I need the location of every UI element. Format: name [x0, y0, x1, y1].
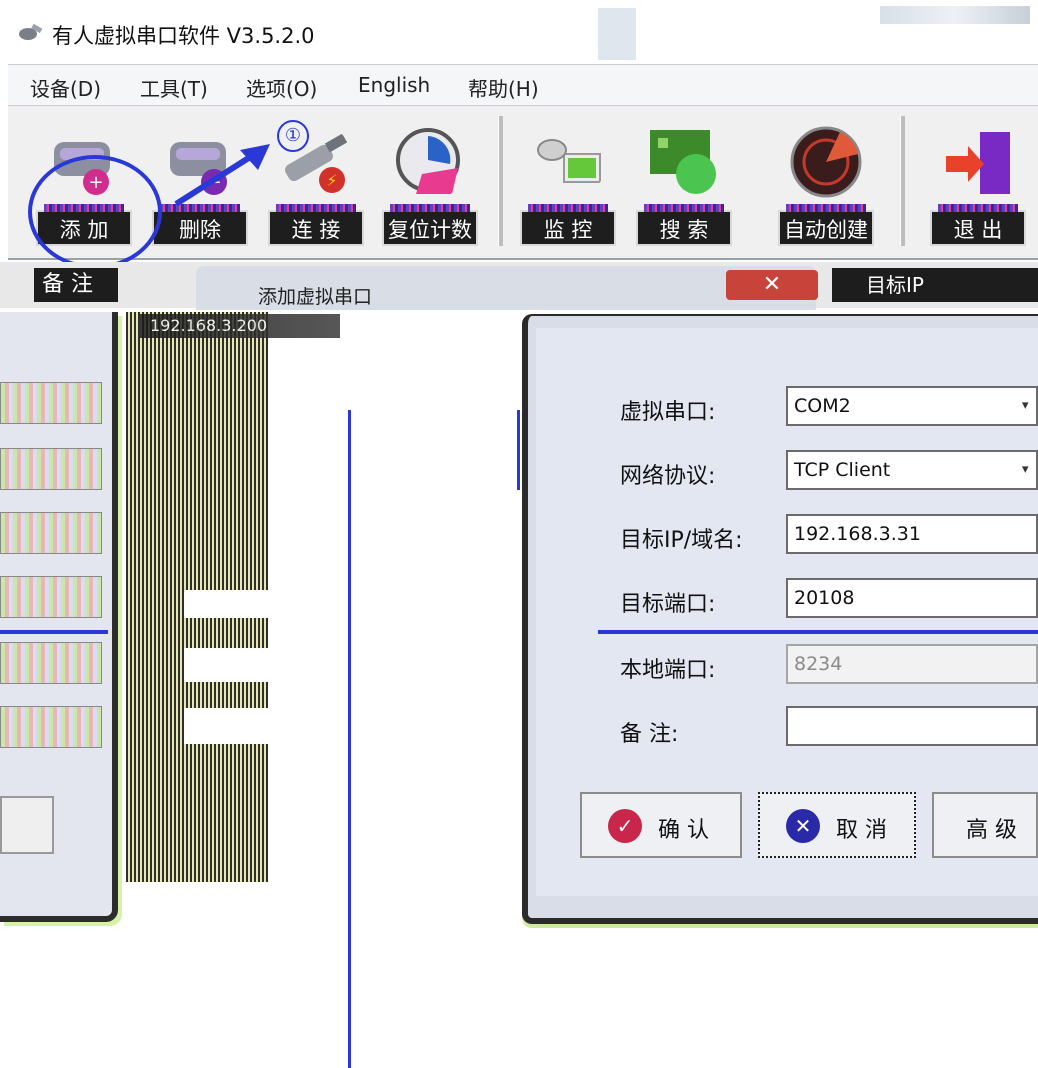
hidden-dialog-title: 添加虚拟串口: [258, 286, 373, 308]
divider: [348, 410, 351, 1068]
menu-tools[interactable]: 工具(T): [140, 73, 208, 102]
reset-counter-clock-icon: [396, 128, 460, 194]
annotation-underline: [0, 630, 108, 634]
background-field: [0, 642, 102, 684]
column-remark[interactable]: 备 注: [34, 268, 118, 302]
auto-create-button[interactable]: 自动创建: [778, 116, 874, 254]
radar-icon: [790, 126, 862, 198]
background-dialog-button[interactable]: [0, 796, 54, 854]
toolbar: + 添 加 − 删除 ⚡ 连 接 复位计数 监 控: [8, 106, 1038, 260]
divider: [517, 410, 520, 490]
menu-help[interactable]: 帮助(H): [468, 73, 539, 102]
remark-label: 备 注:: [620, 722, 679, 747]
protocol-value: TCP Client: [794, 459, 891, 481]
confirm-button[interactable]: ✓ 确 认: [580, 792, 742, 858]
monitor-button-label: 监 控: [520, 204, 616, 246]
monitor-satellite-icon: [537, 139, 601, 183]
exit-button-label: 退 出: [930, 204, 1026, 246]
virtual-port-select[interactable]: COM2 ▾: [786, 386, 1038, 426]
column-target-ip[interactable]: 目标IP: [832, 268, 1038, 302]
toolbar-separator: [498, 116, 503, 246]
menu-device[interactable]: 设备(D): [30, 73, 101, 102]
list-gap: [184, 590, 268, 618]
check-icon: ✓: [608, 809, 642, 843]
search-button[interactable]: 搜 索: [636, 116, 732, 254]
local-port-label: 本地端口:: [620, 658, 716, 683]
target-port-input[interactable]: 20108: [786, 578, 1038, 618]
auto-create-button-label: 自动创建: [778, 204, 874, 246]
protocol-label: 网络协议:: [620, 464, 716, 489]
menu-bar: 设备(D) 工具(T) 选项(O) English 帮助(H): [8, 64, 1038, 106]
virtual-port-value: COM2: [794, 395, 851, 417]
search-network-icon: [650, 130, 716, 194]
device-ip: 192.168.3.200: [140, 314, 340, 338]
app-title: 有人虚拟串口软件 V3.5.2.0: [52, 24, 315, 48]
monitor-button[interactable]: 监 控: [520, 116, 616, 254]
app-satellite-icon: [19, 23, 43, 40]
delete-button-label: 删除: [152, 204, 248, 246]
background-field: [0, 706, 102, 748]
background-field: [0, 448, 102, 490]
menu-options[interactable]: 选项(O): [246, 73, 317, 102]
connect-button-label: 连 接: [268, 204, 364, 246]
title-bar-controls[interactable]: [880, 6, 1030, 24]
advanced-button-label: 高 级: [966, 818, 1017, 843]
close-icon[interactable]: ✕: [726, 270, 818, 300]
protocol-select[interactable]: TCP Client ▾: [786, 450, 1038, 490]
advanced-button[interactable]: 高 级: [932, 792, 1038, 858]
chevron-down-icon[interactable]: ▾: [1022, 462, 1034, 478]
exit-door-icon: [946, 132, 1010, 194]
list-gap: [184, 648, 268, 682]
target-ip-label: 目标IP/域名:: [620, 528, 743, 553]
remark-input[interactable]: [786, 706, 1038, 746]
reset-counter-button-label: 复位计数: [382, 204, 478, 246]
svg-text:⚡: ⚡: [326, 171, 337, 190]
title-bar-artifact: [598, 8, 636, 60]
local-port-input: 8234: [786, 644, 1038, 684]
target-ip-input[interactable]: 192.168.3.31: [786, 514, 1038, 554]
background-field: [0, 576, 102, 618]
menu-english[interactable]: English: [358, 73, 430, 97]
annotation-circle: [28, 155, 162, 269]
annotation-underline: [598, 630, 1038, 634]
cancel-button[interactable]: ✕ 取 消: [758, 792, 916, 858]
close-circle-icon: ✕: [786, 809, 820, 843]
search-button-label: 搜 索: [636, 204, 732, 246]
exit-button[interactable]: 退 出: [930, 116, 1026, 254]
annotation-step-1: ①: [277, 120, 309, 152]
annotation-arrow-icon: [174, 144, 270, 207]
virtual-port-label: 虚拟串口:: [620, 400, 716, 425]
chevron-down-icon[interactable]: ▾: [1022, 398, 1034, 414]
cancel-button-label: 取 消: [836, 818, 887, 843]
confirm-button-label: 确 认: [658, 818, 709, 843]
background-field: [0, 512, 102, 554]
reset-counter-button[interactable]: 复位计数: [382, 116, 478, 254]
toolbar-separator: [900, 116, 905, 246]
background-field: [0, 382, 102, 424]
list-gap: [184, 708, 268, 744]
target-port-label: 目标端口:: [620, 592, 716, 617]
